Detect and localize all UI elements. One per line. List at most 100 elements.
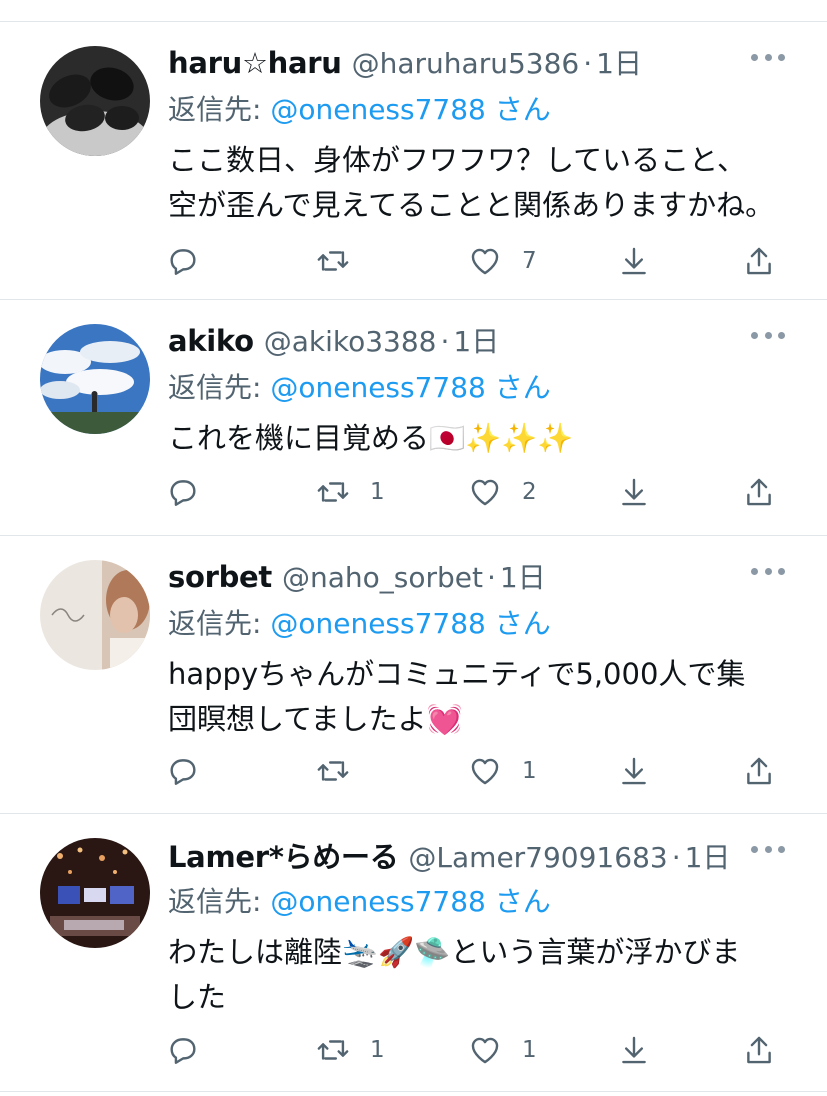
action-bar: 1 2 xyxy=(0,470,827,514)
tweet-text: ここ数日、身体がフワフワ？していること、 空が歪んで見えてることと関係ありますか… xyxy=(168,143,775,222)
tweet-text: わたしは離陸🛬🚀🛸という言葉が浮かびま した xyxy=(168,935,741,1014)
like-button[interactable]: 1 xyxy=(468,1028,537,1072)
download-button[interactable] xyxy=(617,749,651,793)
like-button[interactable]: 2 xyxy=(468,470,537,514)
reply-to-line: 返信先: @oneness7788 さん xyxy=(168,88,551,128)
retweet-count: 1 xyxy=(370,1037,385,1063)
like-count: 1 xyxy=(522,1037,537,1063)
reply-mention-link[interactable]: @oneness7788 xyxy=(270,371,486,404)
reply-feed: haru☆haru @haruharu5386 · 1日 返信先: @onene… xyxy=(0,0,827,1096)
reply-to-line: 返信先: @oneness7788 さん xyxy=(168,366,551,406)
reply-tweet[interactable]: sorbet @naho_sorbet · 1日 返信先: @oneness77… xyxy=(0,536,827,813)
avatar[interactable] xyxy=(40,324,150,434)
reply-icon xyxy=(166,244,200,278)
retweet-icon xyxy=(316,1033,350,1067)
heart-icon xyxy=(468,244,502,278)
reply-tweet[interactable]: haru☆haru @haruharu5386 · 1日 返信先: @onene… xyxy=(0,22,827,299)
reply-to-label: 返信先: xyxy=(168,371,271,404)
reply-tweet[interactable]: akiko @akiko3388 · 1日 返信先: @oneness7788 … xyxy=(0,300,827,535)
timestamp[interactable]: 1日 xyxy=(596,42,642,82)
avatar[interactable] xyxy=(40,46,150,156)
reply-mention-link[interactable]: @oneness7788 xyxy=(270,93,486,126)
reply-icon xyxy=(166,754,200,788)
share-button[interactable] xyxy=(742,239,776,283)
reply-to-label: 返信先: xyxy=(168,93,271,126)
download-button[interactable] xyxy=(617,239,651,283)
share-icon xyxy=(742,754,776,788)
reply-button[interactable] xyxy=(166,239,220,283)
retweet-button[interactable]: 1 xyxy=(316,470,385,514)
timestamp[interactable]: 1日 xyxy=(453,320,499,360)
display-name[interactable]: sorbet xyxy=(168,560,272,594)
divider xyxy=(0,1091,827,1092)
like-button[interactable]: 7 xyxy=(468,239,537,283)
more-options-icon[interactable] xyxy=(751,566,785,576)
retweet-icon xyxy=(316,754,350,788)
action-bar: 1 1 xyxy=(0,1028,827,1072)
share-icon xyxy=(742,244,776,278)
display-name[interactable]: akiko xyxy=(168,324,254,358)
reply-mention-link[interactable]: @oneness7788 xyxy=(270,885,486,918)
user-handle[interactable]: @haruharu5386 xyxy=(352,47,580,80)
more-options-icon[interactable] xyxy=(751,52,785,62)
tweet-header: sorbet @naho_sorbet · 1日 xyxy=(168,556,727,596)
reply-tweet[interactable]: Lamer*らめーる @Lamer79091683 · 1日 返信先: @one… xyxy=(0,814,827,1092)
reply-honorific: さん xyxy=(485,93,551,126)
like-count: 2 xyxy=(522,479,537,505)
separator-dot: · xyxy=(671,841,681,874)
retweet-button[interactable]: 1 xyxy=(316,1028,385,1072)
reply-button[interactable] xyxy=(166,749,220,793)
download-button[interactable] xyxy=(617,1028,651,1072)
reply-to-line: 返信先: @oneness7788 さん xyxy=(168,602,551,642)
user-handle[interactable]: @akiko3388 xyxy=(264,325,437,358)
separator-dot: · xyxy=(440,325,450,358)
retweet-icon xyxy=(316,244,350,278)
share-button[interactable] xyxy=(742,470,776,514)
share-button[interactable] xyxy=(742,1028,776,1072)
tweet-text: これを機に目覚める🇯🇵✨✨✨ xyxy=(168,421,574,455)
reply-to-line: 返信先: @oneness7788 さん xyxy=(168,880,551,920)
avatar[interactable] xyxy=(40,838,150,948)
tweet-header: Lamer*らめーる @Lamer79091683 · 1日 xyxy=(168,834,730,876)
avatar[interactable] xyxy=(40,560,150,670)
user-handle[interactable]: @naho_sorbet xyxy=(282,561,483,594)
download-icon xyxy=(617,244,651,278)
reply-honorific: さん xyxy=(485,885,551,918)
action-bar: 1 xyxy=(0,749,827,793)
share-icon xyxy=(742,475,776,509)
tweet-text: happyちゃんがコミュニティで5,000人で集 団瞑想してましたよ💓 xyxy=(168,657,746,736)
separator-dot: · xyxy=(583,47,593,80)
download-button[interactable] xyxy=(617,470,651,514)
reply-honorific: さん xyxy=(485,371,551,404)
user-handle[interactable]: @Lamer79091683 xyxy=(408,841,667,874)
display-name[interactable]: Lamer*らめーる xyxy=(168,834,399,876)
reply-to-label: 返信先: xyxy=(168,885,271,918)
retweet-button[interactable] xyxy=(316,239,370,283)
reply-icon xyxy=(166,1033,200,1067)
like-count: 1 xyxy=(522,758,537,784)
timestamp[interactable]: 1日 xyxy=(500,556,546,596)
retweet-count: 1 xyxy=(370,479,385,505)
reply-button[interactable] xyxy=(166,1028,220,1072)
display-name[interactable]: haru☆haru xyxy=(168,46,342,80)
download-icon xyxy=(617,1033,651,1067)
reply-to-label: 返信先: xyxy=(168,607,271,640)
download-icon xyxy=(617,754,651,788)
separator-dot: · xyxy=(486,561,496,594)
timestamp[interactable]: 1日 xyxy=(685,836,731,876)
more-options-icon[interactable] xyxy=(751,330,785,340)
share-icon xyxy=(742,1033,776,1067)
reply-icon xyxy=(166,475,200,509)
share-button[interactable] xyxy=(742,749,776,793)
reply-button[interactable] xyxy=(166,470,220,514)
like-button[interactable]: 1 xyxy=(468,749,537,793)
retweet-icon xyxy=(316,475,350,509)
reply-mention-link[interactable]: @oneness7788 xyxy=(270,607,486,640)
heart-icon xyxy=(468,1033,502,1067)
more-options-icon[interactable] xyxy=(751,844,785,854)
retweet-button[interactable] xyxy=(316,749,370,793)
reply-honorific: さん xyxy=(485,607,551,640)
heart-icon xyxy=(468,475,502,509)
download-icon xyxy=(617,475,651,509)
heart-icon xyxy=(468,754,502,788)
